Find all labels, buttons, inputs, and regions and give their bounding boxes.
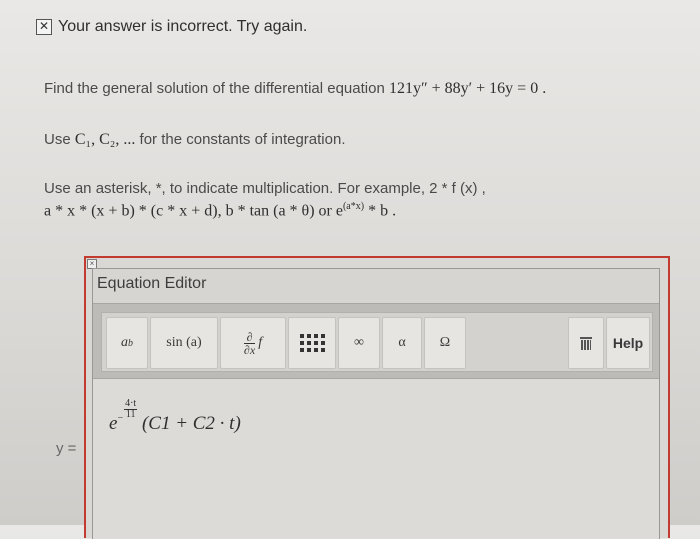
clear-button[interactable] [568, 317, 604, 369]
example-line: a * x * (x + b) * (c * x + d), b * tan (… [44, 202, 343, 220]
partial-derivative-button[interactable]: ∂ ∂x f [220, 317, 286, 369]
y-equals-label: y = [56, 440, 77, 457]
answer-base: e [109, 413, 118, 434]
answer-expression[interactable]: e− 4·t 11 (C1 + C2 · t) [109, 399, 241, 435]
power-exp: b [128, 337, 133, 349]
constants-list: C₁, C₂, ... [74, 131, 136, 148]
editor-toolbar-wrap: ab sin (a) ∂ ∂x f ∞ α Ω Help [93, 303, 659, 379]
constants-instruction: Use C₁, C₂, ... for the constants of int… [44, 131, 346, 149]
equation-editor: × Equation Editor ab sin (a) ∂ ∂x f ∞ α … [84, 256, 670, 539]
answer-exponent: −4·t 11 [117, 399, 138, 424]
help-button[interactable]: Help [606, 317, 650, 369]
differential-equation: 121y″ + 88y′ + 16y = 0 . [388, 80, 547, 97]
omega-button[interactable]: Ω [424, 317, 466, 369]
partial-den: ∂x [243, 342, 256, 357]
multiplication-examples: a * x * (x + b) * (c * x + d), b * tan (… [44, 201, 396, 220]
editor-toolbar: ab sin (a) ∂ ∂x f ∞ α Ω Help [101, 312, 653, 372]
partial-num: ∂ [243, 331, 256, 344]
matrix-icon [299, 334, 325, 352]
close-x-icon: ✕ [36, 19, 52, 35]
trash-icon [580, 336, 592, 350]
problem-prompt: Find the general solution of the differe… [44, 80, 385, 97]
problem-statement: Find the general solution of the differe… [44, 80, 546, 98]
partial-f: f [258, 335, 263, 350]
alpha-button[interactable]: α [382, 317, 422, 369]
constants-prefix: Use [44, 131, 71, 148]
example-exponent: (a*x) [342, 201, 365, 212]
example-tail: * b . [368, 202, 397, 220]
matrix-button[interactable] [288, 317, 336, 369]
feedback-text: Your answer is incorrect. Try again. [58, 18, 308, 35]
feedback-message: ✕ Your answer is incorrect. Try again. [36, 18, 307, 36]
editor-title: Equation Editor [97, 275, 207, 292]
infinity-button[interactable]: ∞ [338, 317, 380, 369]
answer-input-area[interactable]: e− 4·t 11 (C1 + C2 · t) [93, 379, 659, 539]
constants-suffix: for the constants of integration. [139, 131, 346, 148]
exponent-denominator: 11 [125, 409, 136, 420]
asterisk-instruction: Use an asterisk, *, to indicate multipli… [44, 180, 486, 197]
exponent-minus: − [117, 413, 124, 424]
answer-body: (C1 + C2 · t) [141, 413, 241, 434]
power-base: a [121, 335, 128, 350]
sin-button[interactable]: sin (a) [150, 317, 218, 369]
editor-panel: Equation Editor ab sin (a) ∂ ∂x f ∞ α Ω … [92, 268, 660, 539]
power-button[interactable]: ab [106, 317, 148, 369]
